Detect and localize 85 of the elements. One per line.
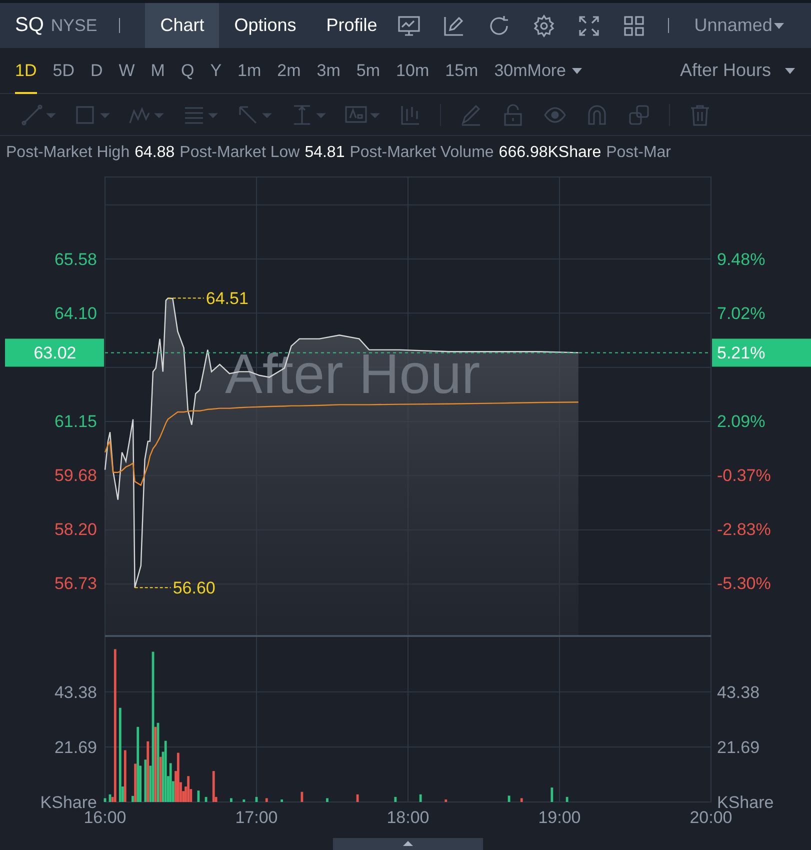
trend-line-icon[interactable]	[20, 102, 56, 126]
price-axis-label: 59.68	[54, 466, 97, 485]
price-axis-label: 65.58	[54, 250, 97, 269]
view-tab[interactable]: Options	[219, 3, 312, 48]
volume-bar	[326, 798, 328, 802]
period-tab[interactable]: 1m	[238, 48, 262, 94]
volume-bar	[444, 799, 448, 802]
percent-axis-label: -5.30%	[717, 574, 771, 593]
period-tab[interactable]: Q	[180, 48, 194, 94]
layers-icon[interactable]	[627, 102, 651, 126]
period-tab[interactable]: 2m	[277, 48, 301, 94]
grid-icon[interactable]	[622, 14, 646, 38]
volume-bar	[197, 790, 200, 802]
more-dropdown[interactable]: More	[527, 60, 582, 80]
annotation: 56.60	[172, 578, 216, 598]
ticker-symbol: SQ	[15, 14, 44, 37]
volume-bar	[300, 792, 304, 802]
view-tab[interactable]: Chart	[145, 3, 220, 48]
volume-bar	[520, 798, 523, 802]
watermark-text: After Hour	[225, 342, 480, 405]
session-dropdown[interactable]: After Hours	[680, 60, 795, 81]
view-tab[interactable]: Profile	[311, 3, 392, 48]
period-tab[interactable]: M	[150, 48, 165, 94]
volume-axis-label: 21.69	[54, 738, 97, 757]
period-tab[interactable]: W	[118, 48, 135, 94]
chart-monitor-icon[interactable]	[397, 14, 422, 38]
volume-axis-label: 43.38	[54, 682, 97, 702]
volume-bar	[566, 796, 568, 802]
caret-icon	[774, 22, 784, 28]
volume-axis-label: 43.38	[717, 682, 760, 702]
volume-bar	[242, 799, 246, 802]
period-tab[interactable]: 10m	[396, 48, 430, 94]
last-price-badge: 63.02	[5, 338, 104, 367]
annotation: 64.51	[206, 289, 248, 308]
pencil-icon[interactable]	[459, 102, 483, 126]
period-tab[interactable]: 5m	[356, 48, 380, 94]
price-axis-label: 58.20	[54, 520, 97, 540]
stat-value: 54.81	[304, 144, 345, 162]
period-tab[interactable]: 5D	[52, 48, 74, 94]
settings-icon[interactable]	[532, 14, 556, 38]
volume-bar	[255, 796, 258, 802]
exchange-label: NYSE	[50, 16, 98, 36]
period-tab[interactable]: 15m	[445, 48, 478, 94]
price-axis-label: 64.10	[54, 304, 97, 324]
percent-axis-label: -2.83%	[717, 520, 771, 540]
percent-axis-label: 9.48%	[717, 250, 766, 269]
caret-icon	[572, 68, 582, 74]
volume-bar	[265, 798, 268, 802]
volume-bar	[508, 796, 510, 802]
trash-icon[interactable]	[688, 102, 712, 126]
time-axis-label: 18:00	[386, 808, 430, 827]
percent-axis-label: 7.02%	[717, 304, 766, 324]
caret-icon	[785, 68, 795, 74]
stat-label: Post-Market Low	[180, 144, 300, 162]
volume-bar	[419, 794, 422, 802]
period-tab[interactable]: 30m	[494, 48, 528, 94]
stat-value: 666.98KShare	[498, 144, 602, 162]
price-axis-label: 61.15	[54, 412, 97, 432]
period-tab[interactable]: D	[90, 48, 103, 94]
price-axis-label: 56.73	[54, 574, 97, 593]
time-axis-label: 17:00	[235, 808, 278, 827]
stat-label: Post-Market High	[6, 144, 130, 162]
volume-bar	[394, 796, 397, 802]
period-tab[interactable]: 3m	[316, 48, 340, 94]
lock-icon[interactable]	[501, 102, 525, 126]
fullscreen-icon[interactable]	[577, 14, 602, 38]
stat-label: Post-Mar	[606, 144, 672, 162]
period-tab[interactable]: Y	[210, 48, 222, 94]
volume-bar	[550, 788, 554, 802]
magnet-icon[interactable]	[585, 102, 609, 126]
stat-value: 64.88	[134, 144, 175, 162]
period-tab[interactable]: 1D	[15, 48, 37, 94]
time-axis-label: 19:00	[538, 808, 581, 827]
scroll-handle[interactable]	[333, 838, 483, 850]
volume-bar	[356, 794, 359, 802]
volume-bar	[280, 799, 283, 802]
layout-dropdown[interactable]: Unnamed	[694, 15, 784, 36]
volume-bar	[230, 798, 232, 802]
volume-bar	[104, 798, 106, 802]
volume-bar	[204, 796, 208, 802]
volume-axis-label: 21.69	[717, 738, 760, 757]
stat-label: Post-Market Volume	[350, 144, 494, 162]
percent-axis-label: -0.37%	[717, 466, 771, 485]
percent-axis-label: 2.09%	[717, 412, 766, 432]
last-change-badge: 5.21%	[712, 338, 811, 367]
